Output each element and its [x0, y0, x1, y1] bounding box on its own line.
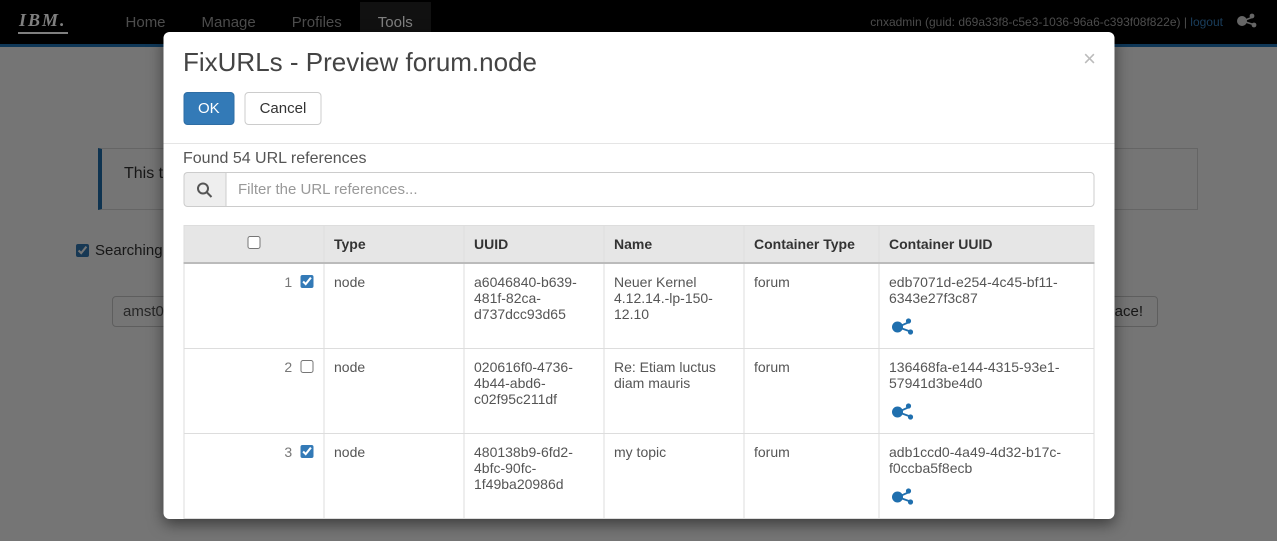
- row-container-uuid: adb1ccd0-4a49-4d32-b17c-f0ccba5f8ecb: [879, 434, 1094, 519]
- table-header-row: Type UUID Name Container Type Container …: [184, 226, 1094, 264]
- filter-input[interactable]: [225, 172, 1094, 207]
- cancel-button[interactable]: Cancel: [245, 92, 322, 125]
- select-all-checkbox[interactable]: [247, 236, 260, 249]
- col-name: Name: [604, 226, 744, 264]
- found-text: Found 54 URL references: [163, 150, 1114, 168]
- row-type: node: [324, 349, 464, 434]
- row-container-uuid: edb7071d-e254-4c45-bf11-6343e27f3c87: [879, 263, 1094, 349]
- table-row: 2 node020616f0-4736-4b44-abd6-c02f95c211…: [184, 349, 1094, 434]
- row-uuid: 020616f0-4736-4b44-abd6-c02f95c211df: [464, 349, 604, 434]
- network-icon[interactable]: [889, 486, 1083, 508]
- url-table: Type UUID Name Container Type Container …: [183, 225, 1094, 519]
- row-container-type: forum: [744, 434, 879, 519]
- filter-bar: [183, 172, 1094, 207]
- row-index-cell: 1: [184, 263, 324, 349]
- table-row: 3 node480138b9-6fd2-4bfc-90fc-1f49ba2098…: [184, 434, 1094, 519]
- col-select: [184, 226, 324, 264]
- row-uuid: a6046840-b639-481f-82ca-d737dcc93d65: [464, 263, 604, 349]
- modal-header: × FixURLs - Preview forum.node OK Cancel: [163, 32, 1114, 144]
- row-index-cell: 3: [184, 434, 324, 519]
- close-icon[interactable]: ×: [1083, 46, 1096, 72]
- row-container-type: forum: [744, 263, 879, 349]
- search-icon: [183, 172, 225, 207]
- row-name-cell: Neuer Kernel 4.12.14.-lp-150-12.10: [604, 263, 744, 349]
- network-icon[interactable]: [889, 401, 1083, 423]
- row-checkbox[interactable]: [300, 445, 313, 458]
- row-checkbox[interactable]: [300, 360, 313, 373]
- ok-button[interactable]: OK: [183, 92, 235, 125]
- fixurls-modal: × FixURLs - Preview forum.node OK Cancel…: [163, 32, 1114, 519]
- row-checkbox[interactable]: [300, 275, 313, 288]
- row-index-cell: 2: [184, 349, 324, 434]
- network-icon[interactable]: [889, 316, 1083, 338]
- row-name-cell: my topic: [604, 434, 744, 519]
- row-type: node: [324, 263, 464, 349]
- col-container-uuid: Container UUID: [879, 226, 1094, 264]
- col-container-type: Container Type: [744, 226, 879, 264]
- col-uuid: UUID: [464, 226, 604, 264]
- modal-title: FixURLs - Preview forum.node: [183, 47, 1094, 78]
- col-type: Type: [324, 226, 464, 264]
- table-row: 1 nodea6046840-b639-481f-82ca-d737dcc93d…: [184, 263, 1094, 349]
- row-type: node: [324, 434, 464, 519]
- row-container-type: forum: [744, 349, 879, 434]
- row-name-cell: Re: Etiam luctus diam mauris: [604, 349, 744, 434]
- row-uuid: 480138b9-6fd2-4bfc-90fc-1f49ba20986d: [464, 434, 604, 519]
- row-container-uuid: 136468fa-e144-4315-93e1-57941d3be4d0: [879, 349, 1094, 434]
